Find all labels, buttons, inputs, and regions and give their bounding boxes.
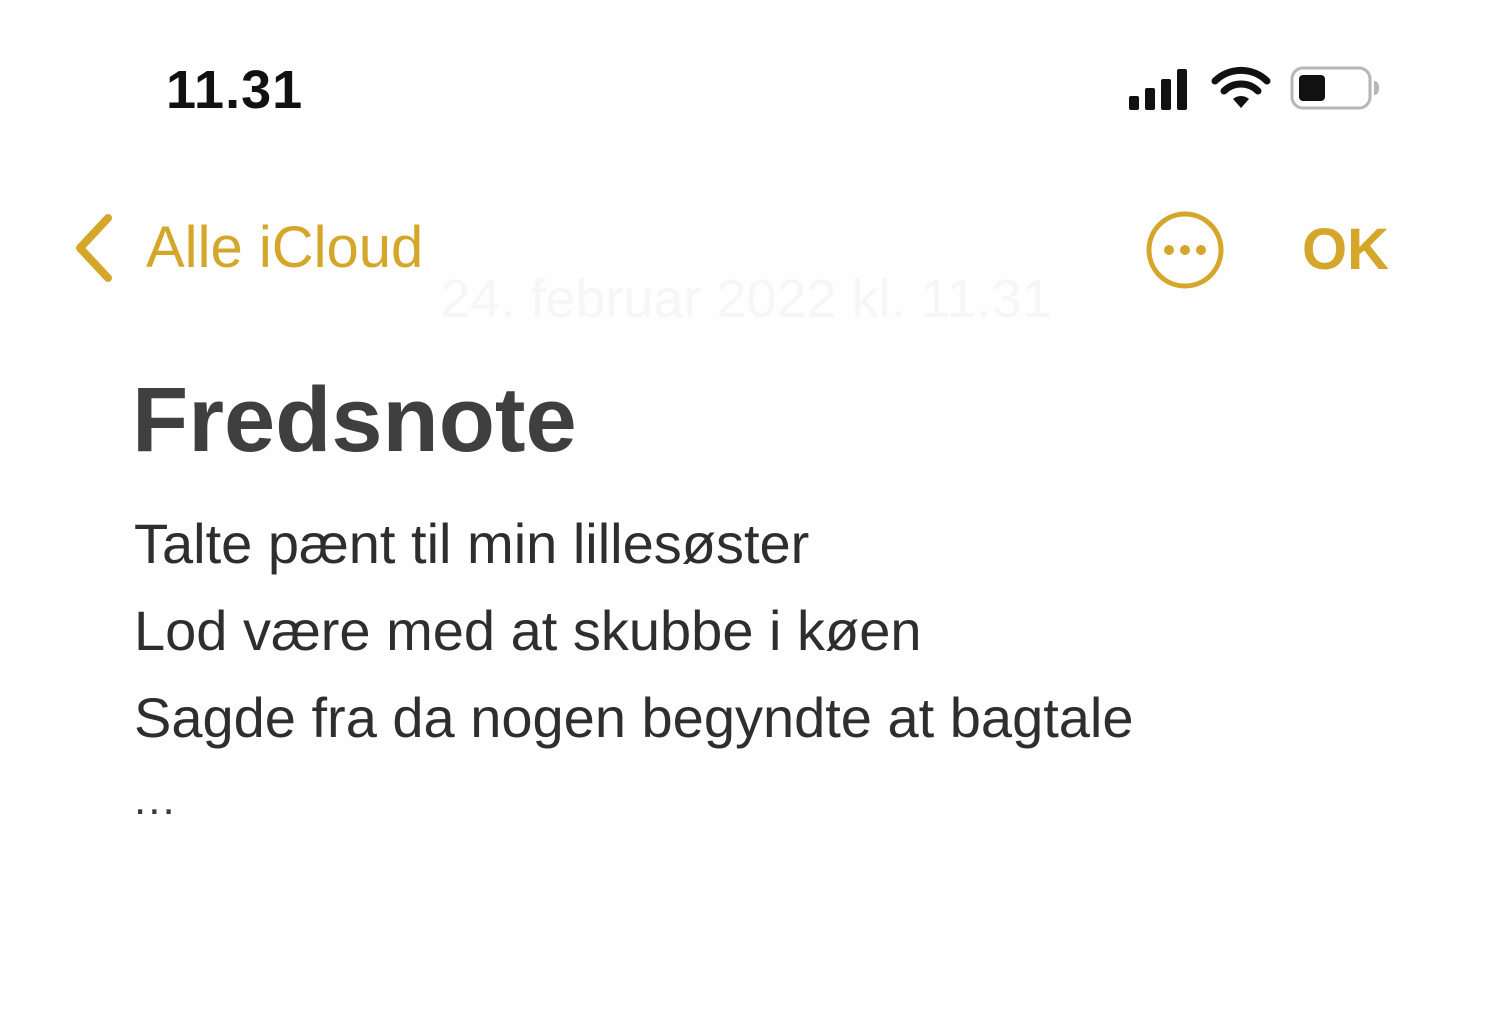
back-button[interactable]: Alle iCloud bbox=[68, 208, 423, 288]
note-line[interactable]: Talte pænt til min lillesøster bbox=[134, 500, 1134, 587]
done-button[interactable]: OK bbox=[1302, 214, 1389, 286]
status-icons bbox=[1126, 64, 1386, 116]
note-title[interactable]: Fredsnote bbox=[132, 366, 577, 474]
chevron-left-icon bbox=[76, 214, 112, 282]
wifi-icon bbox=[1211, 66, 1271, 108]
note-line[interactable]: Lod være med at skubbe i køen bbox=[134, 587, 1134, 674]
ellipsis-circle-icon[interactable] bbox=[1145, 210, 1225, 290]
note-date: 24. februar 2022 kl. 11.31 bbox=[440, 269, 1052, 329]
back-button-label: Alle iCloud bbox=[146, 215, 424, 280]
note-line[interactable]: Sagde fra da nogen begyndte at bagtale bbox=[134, 674, 1134, 761]
note-body[interactable]: Talte pænt til min lillesøster Lod være … bbox=[134, 500, 1134, 761]
battery-icon bbox=[1290, 66, 1379, 110]
note-trailing-text[interactable]: ... bbox=[134, 770, 177, 830]
cellular-signal-icon bbox=[1129, 69, 1187, 110]
status-time: 11.31 bbox=[166, 60, 304, 120]
note-screen: 11.31 Alle iCloud 24. februar 2022 kl. 1… bbox=[0, 0, 1500, 1016]
